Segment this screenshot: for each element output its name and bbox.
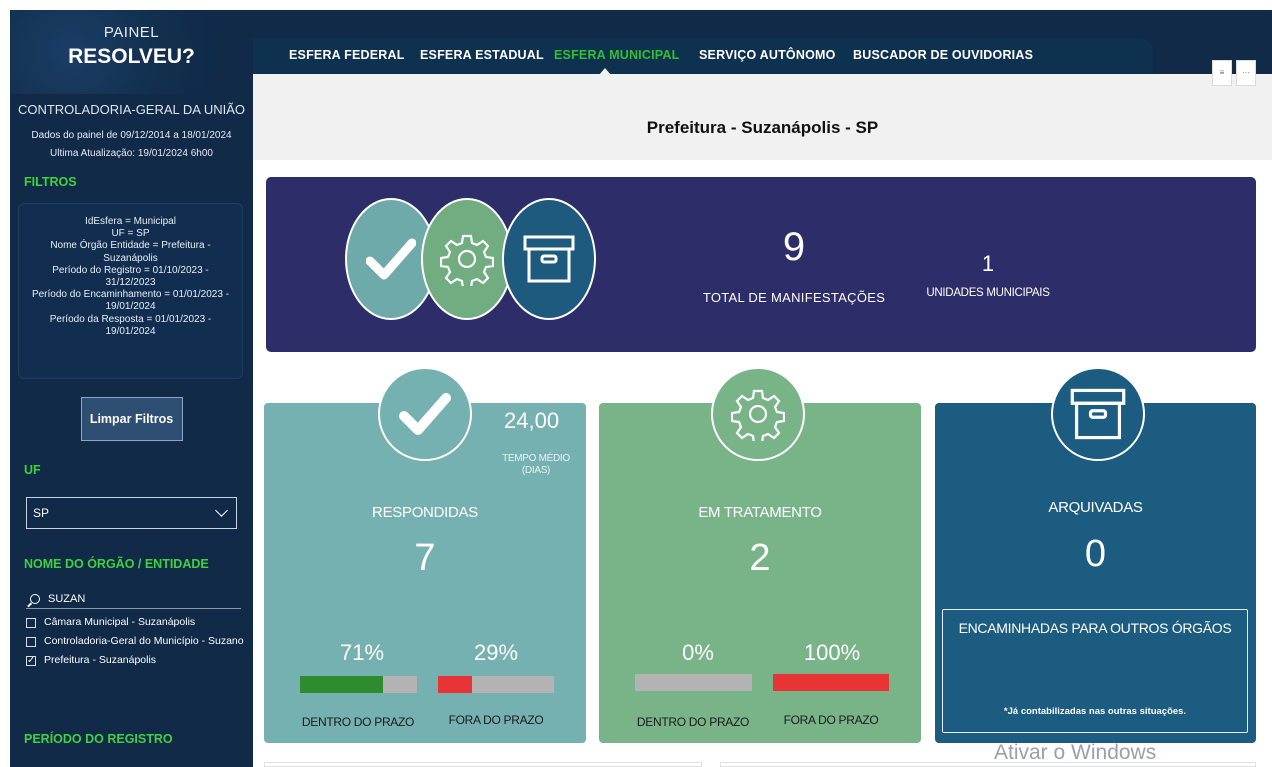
dentro-prazo-caption: DENTRO DO PRAZO <box>636 715 750 729</box>
data-range-info: Dados do painel de 09/12/2014 a 18/01/20… <box>10 127 253 163</box>
filter-line: Nome Órgão Entidade = Prefeitura - <box>50 240 211 252</box>
filter-line: 31/12/2023 <box>105 277 156 289</box>
gear-icon <box>711 367 805 461</box>
encaminhadas-box: ENCAMINHADAS PARA OUTROS ÓRGÃOS *Já cont… <box>942 609 1248 733</box>
respondidas-value: 7 <box>414 537 436 579</box>
filter-line: IdEsfera = Municipal <box>85 216 176 227</box>
respondidas-label: RESPONDIDAS <box>372 504 478 521</box>
fora-prazo-percent: 100% <box>803 640 861 665</box>
unidades-value: 1 <box>981 251 995 276</box>
encaminhadas-note: *Já contabilizadas nas outras situações. <box>1003 706 1187 717</box>
summary-banner: 9 TOTAL DE MANIFESTAÇÕES 1 UNIDADES MUNI… <box>266 177 1256 352</box>
tempo-medio-value: 24,00 <box>504 408 560 433</box>
arquivadas-card: ARQUIVADAS 0 ENCAMINHADAS PARA OUTROS ÓR… <box>935 367 1256 743</box>
search-value: SUZAN <box>48 592 86 605</box>
search-icon <box>30 593 40 604</box>
fora-prazo-caption: FORA DO PRAZO <box>448 713 544 727</box>
dentro-prazo-bar <box>635 674 752 691</box>
app-title: RESOLVEU? <box>68 45 195 68</box>
tempo-medio-label-line: TEMPO MÉDIO <box>502 453 570 464</box>
checkbox-checked[interactable] <box>26 651 36 670</box>
periodo-heading: PERÍODO DO REGISTRO <box>24 732 173 746</box>
orgao-option-label: Câmara Municipal - Suzanápolis <box>44 616 196 628</box>
total-manifestacoes-label: TOTAL DE MANIFESTAÇÕES <box>702 290 886 305</box>
dentro-prazo-bar-fill <box>300 676 384 693</box>
fora-prazo-bar <box>773 674 889 691</box>
chevron-down-icon <box>215 504 228 517</box>
more-options-icon[interactable]: ··· <box>1236 60 1256 86</box>
tab-servico-autonomo[interactable]: SERVIÇO AUTÔNOMO <box>699 48 836 62</box>
filter-visual-icon[interactable]: ≡ <box>1212 60 1232 86</box>
dentro-prazo-bar <box>300 676 417 693</box>
gear-icon <box>421 198 513 320</box>
filter-line: Suzanápolis <box>103 252 158 264</box>
bottom-panel-left <box>264 762 702 767</box>
filter-line: Período da Resposta = 01/01/2023 - <box>49 313 212 325</box>
unidades-label: UNIDADES MUNICIPAIS <box>926 287 1050 299</box>
tratamento-value: 2 <box>749 537 771 579</box>
fora-prazo-bar <box>438 676 554 693</box>
orgao-heading: NOME DO ÓRGÃO / ENTIDADE <box>24 557 209 571</box>
fora-prazo-bar-fill <box>773 674 889 691</box>
arquivadas-value: 0 <box>1084 533 1107 575</box>
tab-esfera-municipal[interactable]: ESFERA MUNICIPAL <box>554 48 679 62</box>
tab-esfera-federal[interactable]: ESFERA FEDERAL <box>289 48 405 62</box>
uf-selected-value: SP <box>33 506 50 520</box>
filters-heading: FILTROS <box>24 175 77 189</box>
tratamento-card: EM TRATAMENTO 2 0% 100% DENTRO DO PRAZO … <box>599 367 921 743</box>
orgao-option-label: Controladoria-Geral do Município - Suzan… <box>44 635 244 647</box>
dentro-prazo-caption: DENTRO DO PRAZO <box>301 715 415 729</box>
filter-line: 19/01/2024 <box>105 301 156 313</box>
filter-line: Período do Registro = 01/10/2023 - <box>52 264 209 276</box>
windows-activation-watermark: Ativar o Windows <box>994 741 1157 764</box>
filter-line: UF = SP <box>111 228 150 240</box>
tratamento-label: EM TRATAMENTO <box>698 504 822 521</box>
app-subtitle: PAINEL <box>103 24 160 41</box>
checkbox[interactable] <box>26 636 36 647</box>
tab-buscador-ouvidorias[interactable]: BUSCADOR DE OUVIDORIAS <box>853 48 1033 62</box>
app-root: PAINEL RESOLVEU? CONTROLADORIA-GERAL DA … <box>0 0 1272 767</box>
dentro-prazo-percent: 71% <box>339 640 385 665</box>
orgao-list: Câmara Municipal - Suzanápolis Controlad… <box>26 613 253 670</box>
page-title: Prefeitura - Suzanápolis - SP <box>646 118 879 137</box>
uf-heading: UF <box>24 463 41 477</box>
respondidas-card: 24,00 TEMPO MÉDIO (DIAS) RESPONDIDAS 7 7… <box>264 367 586 743</box>
bottom-panel-right <box>720 762 1256 767</box>
clear-filters-button[interactable]: Limpar Filtros <box>80 397 183 441</box>
uf-select[interactable]: SP <box>26 497 237 529</box>
sidebar-header: PAINEL RESOLVEU? <box>10 10 253 94</box>
checkbox[interactable] <box>26 617 36 628</box>
tab-esfera-estadual[interactable]: ESFERA ESTADUAL <box>420 48 544 62</box>
orgao-option[interactable]: Câmara Municipal - Suzanápolis <box>26 613 253 632</box>
tempo-medio-label-line: (DIAS) <box>521 465 551 476</box>
fora-prazo-caption: FORA DO PRAZO <box>783 713 879 727</box>
filter-line: 19/01/2024 <box>105 325 156 337</box>
tempo-medio-label: TEMPO MÉDIO (DIAS) <box>496 453 576 477</box>
active-filters-box: IdEsfera = Municipal UF = SP Nome Órgão … <box>18 203 243 379</box>
archive-box-icon <box>1051 367 1145 461</box>
arquivadas-label: ARQUIVADAS <box>1048 499 1143 516</box>
check-icon <box>378 367 472 461</box>
orgao-search-input[interactable]: SUZAN <box>26 589 241 609</box>
orgao-option[interactable]: Prefeitura - Suzanápolis <box>26 651 253 670</box>
filter-line: Período do Encaminhamento = 01/01/2023 - <box>31 289 230 301</box>
sidebar: PAINEL RESOLVEU? CONTROLADORIA-GERAL DA … <box>10 10 253 767</box>
fora-prazo-percent: 29% <box>473 640 519 665</box>
fora-prazo-bar-fill <box>438 676 472 693</box>
archive-box-icon <box>502 198 596 320</box>
total-manifestacoes-value: 9 <box>782 225 806 269</box>
data-range-text: Dados do painel de 09/12/2014 a 18/01/20… <box>31 130 232 141</box>
last-update-text: Ultima Atualização: 19/01/2024 6h00 <box>50 148 213 159</box>
dentro-prazo-percent: 0% <box>682 640 714 665</box>
orgao-option[interactable]: Controladoria-Geral do Município - Suzan… <box>26 632 253 651</box>
organization-name: CONTROLADORIA-GERAL DA UNIÃO <box>17 102 246 117</box>
top-navigation: ESFERA FEDERAL ESFERA ESTADUAL ESFERA MU… <box>253 10 1272 75</box>
orgao-option-label: Prefeitura - Suzanápolis <box>44 654 157 666</box>
encaminhadas-label: ENCAMINHADAS PARA OUTROS ÓRGÃOS <box>958 620 1232 636</box>
